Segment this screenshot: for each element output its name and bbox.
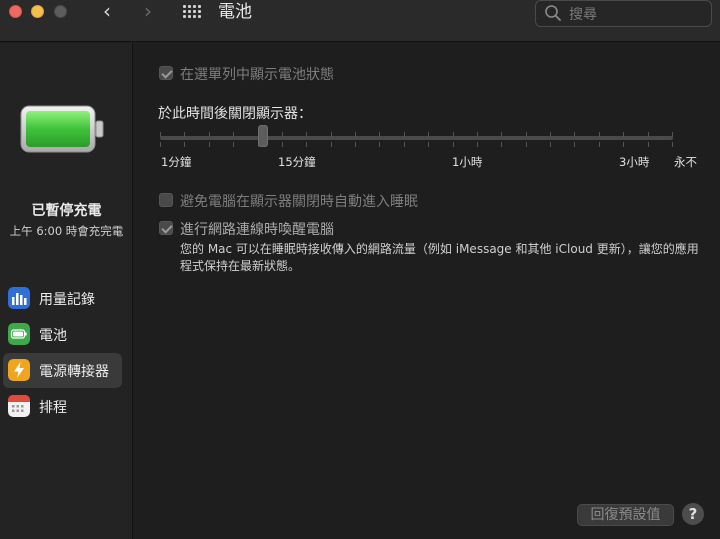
slider-label-3-hours: 3小時 [619, 155, 650, 169]
wake-for-network-label: 進行網路連線時喚醒電腦 [180, 222, 334, 238]
slider-tick [331, 142, 332, 147]
show-battery-status-checkbox[interactable] [159, 66, 173, 80]
title-bar: ‹ › 電池 搜尋 [0, 0, 720, 42]
slider-tick [404, 142, 405, 147]
slider-tick [501, 132, 502, 137]
sidebar-item-schedule[interactable]: 排程 [3, 389, 122, 424]
slider-tick [355, 142, 356, 147]
display-off-label: 於此時間後關閉顯示器： [158, 106, 312, 122]
slider-label-15-minutes: 15分鐘 [278, 155, 316, 169]
forward-button[interactable]: › [138, 0, 158, 24]
sidebar-item-label: 用量記錄 [39, 292, 95, 308]
slider-tick [574, 132, 575, 137]
prevent-sleep-checkbox[interactable] [159, 193, 173, 207]
slider-tick [526, 132, 527, 137]
slider-tick [282, 142, 283, 147]
chevron-right-icon: › [144, 0, 152, 23]
slider-tick [501, 142, 502, 147]
slider-tick [672, 142, 673, 147]
charging-status-subtitle: 上午 6:00 時會充完電 [9, 224, 124, 238]
sidebar-item-usage-history[interactable]: 用量記錄 [3, 281, 122, 316]
slider-tick [623, 142, 624, 147]
slider-tick [477, 142, 478, 147]
slider-tick [160, 142, 161, 147]
battery-icon [8, 323, 30, 345]
slider-tick [331, 132, 332, 137]
slider-label-1-minute: 1分鐘 [161, 155, 192, 169]
wake-for-network-checkbox[interactable] [159, 221, 173, 235]
slider-tick [477, 132, 478, 137]
slider-tick [623, 132, 624, 137]
minimize-window-button[interactable] [31, 5, 44, 18]
sidebar-item-label: 電池 [39, 328, 67, 344]
slider-tick [355, 132, 356, 137]
display-sleep-slider-track[interactable] [160, 136, 673, 140]
zoom-window-button[interactable] [54, 5, 67, 18]
slider-tick [599, 142, 600, 147]
slider-label-never: 永不 [674, 155, 697, 169]
slider-tick [648, 142, 649, 147]
slider-tick [379, 142, 380, 147]
restore-defaults-button[interactable]: 回復預設值 [577, 504, 674, 526]
slider-tick [550, 142, 551, 147]
sidebar-item-power-adapter[interactable]: 電源轉接器 [3, 353, 122, 388]
search-placeholder: 搜尋 [569, 7, 597, 23]
slider-tick [209, 142, 210, 147]
slider-tick [428, 132, 429, 137]
slider-tick [453, 142, 454, 147]
window-title: 電池 [218, 2, 252, 22]
search-field[interactable]: 搜尋 [535, 0, 712, 27]
show-all-grid-icon[interactable] [183, 5, 201, 19]
slider-tick [282, 132, 283, 137]
help-button[interactable]: ? [682, 503, 704, 525]
chevron-left-icon: ‹ [103, 0, 111, 23]
sidebar-item-battery[interactable]: 電池 [3, 317, 122, 352]
close-window-button[interactable] [9, 5, 22, 18]
prevent-sleep-label: 避免電腦在顯示器關閉時自動進入睡眠 [180, 194, 418, 210]
display-sleep-slider-thumb[interactable] [258, 125, 268, 147]
sidebar-item-label: 電源轉接器 [39, 364, 109, 380]
slider-label-1-hour: 1小時 [452, 155, 483, 169]
search-icon [545, 5, 561, 21]
slider-tick [233, 132, 234, 137]
battery-status-icon [20, 105, 104, 153]
sidebar-item-label: 排程 [39, 400, 67, 416]
slider-tick [648, 132, 649, 137]
slider-tick [599, 132, 600, 137]
slider-tick [672, 132, 673, 137]
slider-tick [428, 142, 429, 147]
slider-tick [306, 132, 307, 137]
slider-tick [160, 132, 161, 137]
sidebar: 已暫停充電 上午 6:00 時會充完電 用量記錄 電池 電源轉接器 排程 [0, 43, 133, 539]
slider-tick [233, 142, 234, 147]
slider-tick [574, 142, 575, 147]
slider-tick [550, 132, 551, 137]
show-battery-status-label: 在選單列中顯示電池狀態 [180, 67, 334, 83]
slider-tick [306, 142, 307, 147]
usage-history-icon [8, 287, 30, 309]
slider-tick [184, 132, 185, 137]
slider-tick [453, 132, 454, 137]
power-adapter-icon [8, 359, 30, 381]
main-panel: 在選單列中顯示電池狀態 於此時間後關閉顯示器： 1分鐘 15分鐘 1小時 3小時… [134, 43, 720, 539]
slider-tick [184, 142, 185, 147]
back-button[interactable]: ‹ [97, 0, 117, 24]
wake-for-network-description: 您的 Mac 可以在睡眠時接收傳入的網路流量（例如 iMessage 和其他 i… [180, 242, 699, 273]
slider-tick [209, 132, 210, 137]
slider-tick [379, 132, 380, 137]
slider-tick [404, 132, 405, 137]
schedule-icon [8, 395, 30, 417]
charging-status-title: 已暫停充電 [31, 203, 102, 219]
slider-tick [526, 142, 527, 147]
